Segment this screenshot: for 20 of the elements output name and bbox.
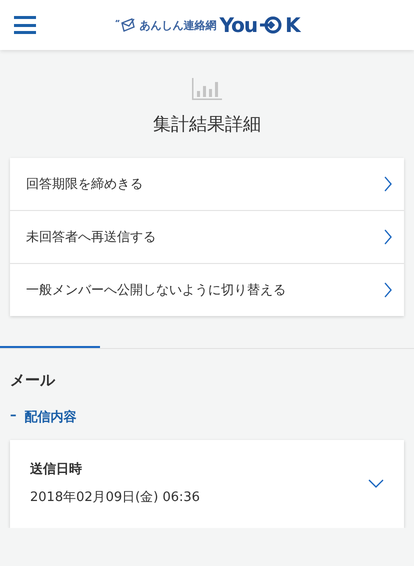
logo-tagline: あんしん連絡網 [139, 18, 216, 32]
group-toggle[interactable]: – 配信内容 [10, 408, 76, 426]
logo-brand: K [285, 13, 300, 37]
section-title: メール [10, 371, 56, 390]
menu-button[interactable] [14, 16, 36, 34]
action-link[interactable]: 未回答者へ再送信する [10, 211, 404, 264]
action-link[interactable]: 回答期限を締めきる [10, 158, 404, 211]
field-value: 2018年02月09日(金) 06:36 [30, 489, 200, 506]
chevron-down-icon [368, 478, 384, 488]
chevron-right-icon [384, 176, 392, 192]
field-label: 送信日時 [30, 461, 83, 478]
envelope-icon [114, 17, 136, 33]
chevron-right-icon [384, 282, 392, 298]
bar-chart-icon [192, 78, 222, 100]
chevron-right-icon [384, 229, 392, 245]
logo-brand: You [219, 13, 258, 37]
detail-card[interactable]: 送信日時 2018年02月09日(金) 06:36 [10, 440, 404, 528]
action-link[interactable]: 一般メンバーへ公開しないように切り替える [10, 264, 404, 316]
arrow-circle-icon [260, 16, 282, 34]
page-title: 集計結果詳細 [153, 113, 261, 136]
